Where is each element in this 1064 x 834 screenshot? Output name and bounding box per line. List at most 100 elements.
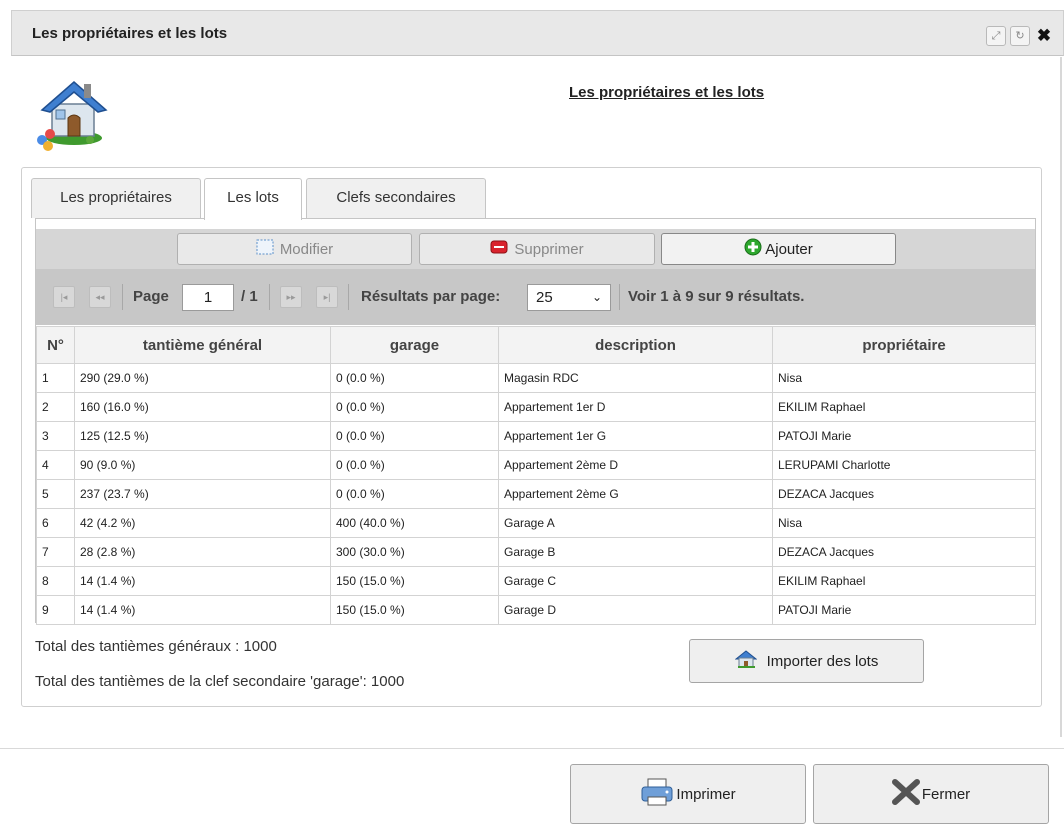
- table-row[interactable]: 1 290 (29.0 %) 0 (0.0 %) Magasin RDC Nis…: [36, 363, 1036, 393]
- add-label: Ajouter: [765, 240, 813, 258]
- scrollbar[interactable]: [1060, 57, 1062, 737]
- cell-number: 2: [36, 392, 75, 422]
- table-row[interactable]: 2 160 (16.0 %) 0 (0.0 %) Appartement 1er…: [36, 392, 1036, 422]
- page-title: Les propriétaires et les lots: [569, 84, 765, 101]
- footer-divider: [0, 748, 1064, 749]
- cell-number: 5: [36, 479, 75, 509]
- table-row[interactable]: 7 28 (2.8 %) 300 (30.0 %) Garage B DEZAC…: [36, 537, 1036, 567]
- table-header-row: N° tantième général garage description p…: [36, 326, 1036, 364]
- total-pages: / 1: [241, 288, 258, 305]
- refresh-icon[interactable]: ↻: [1010, 26, 1030, 46]
- cell-garage: 150 (15.0 %): [330, 566, 499, 596]
- pager-divider: [619, 284, 620, 310]
- house-icon: [734, 649, 758, 673]
- print-button[interactable]: Imprimer: [570, 764, 806, 824]
- column-header-number[interactable]: N°: [36, 326, 75, 364]
- close-button[interactable]: Fermer: [813, 764, 1049, 824]
- cell-garage: 0 (0.0 %): [330, 421, 499, 451]
- cell-description: Garage C: [498, 566, 773, 596]
- cell-tantieme: 125 (12.5 %): [74, 421, 331, 451]
- edit-icon: [256, 239, 274, 259]
- cell-tantieme: 160 (16.0 %): [74, 392, 331, 422]
- last-page-icon[interactable]: ▸|: [316, 286, 338, 308]
- next-page-icon[interactable]: ▸▸: [280, 286, 302, 308]
- cell-garage: 150 (15.0 %): [330, 595, 499, 625]
- cell-tantieme: 42 (4.2 %): [74, 508, 331, 538]
- tab-proprietaires[interactable]: Les propriétaires: [31, 178, 201, 218]
- cell-garage: 0 (0.0 %): [330, 392, 499, 422]
- cell-number: 1: [36, 363, 75, 393]
- import-lots-label: Importer des lots: [766, 652, 879, 670]
- lots-table: N° tantième général garage description p…: [36, 326, 1036, 625]
- column-header-garage[interactable]: garage: [330, 326, 499, 364]
- import-lots-button[interactable]: Importer des lots: [689, 639, 924, 683]
- tab-lots[interactable]: Les lots: [204, 178, 302, 220]
- pager-divider: [269, 284, 270, 310]
- cell-tantieme: 14 (1.4 %): [74, 566, 331, 596]
- cell-proprietaire: Nisa: [772, 363, 1036, 393]
- close-label: Fermer: [921, 785, 971, 803]
- cell-tantieme: 28 (2.8 %): [74, 537, 331, 567]
- table-row[interactable]: 9 14 (1.4 %) 150 (15.0 %) Garage D PATOJ…: [36, 595, 1036, 625]
- cell-description: Garage A: [498, 508, 773, 538]
- per-page-label: Résultats par page:: [361, 288, 501, 305]
- plus-icon: [744, 238, 762, 260]
- cell-description: Appartement 1er D: [498, 392, 773, 422]
- delete-label: Supprimer: [514, 240, 584, 258]
- table-row[interactable]: 3 125 (12.5 %) 0 (0.0 %) Appartement 1er…: [36, 421, 1036, 451]
- tab-clefs-secondaires[interactable]: Clefs secondaires: [306, 178, 486, 218]
- cell-description: Garage D: [498, 595, 773, 625]
- table-row[interactable]: 5 237 (23.7 %) 0 (0.0 %) Appartement 2èm…: [36, 479, 1036, 509]
- table-row[interactable]: 4 90 (9.0 %) 0 (0.0 %) Appartement 2ème …: [36, 450, 1036, 480]
- cell-description: Appartement 2ème G: [498, 479, 773, 509]
- cell-description: Garage B: [498, 537, 773, 567]
- cell-garage: 300 (30.0 %): [330, 537, 499, 567]
- table-row[interactable]: 8 14 (1.4 %) 150 (15.0 %) Garage C EKILI…: [36, 566, 1036, 596]
- pager-divider: [348, 284, 349, 310]
- cell-proprietaire: Nisa: [772, 508, 1036, 538]
- cell-proprietaire: EKILIM Raphael: [772, 566, 1036, 596]
- cell-proprietaire: DEZACA Jacques: [772, 537, 1036, 567]
- printer-icon: [640, 777, 674, 811]
- cell-number: 4: [36, 450, 75, 480]
- cell-description: Magasin RDC: [498, 363, 773, 393]
- close-x-icon: [891, 779, 920, 809]
- column-header-tantieme[interactable]: tantième général: [74, 326, 331, 364]
- column-header-proprietaire[interactable]: propriétaire: [772, 326, 1036, 364]
- cell-proprietaire: LERUPAMI Charlotte: [772, 450, 1036, 480]
- delete-button[interactable]: Supprimer: [419, 233, 655, 265]
- cell-number: 8: [36, 566, 75, 596]
- cell-tantieme: 237 (23.7 %): [74, 479, 331, 509]
- modify-button[interactable]: Modifier: [177, 233, 412, 265]
- cell-proprietaire: EKILIM Raphael: [772, 392, 1036, 422]
- per-page-select[interactable]: 25 ⌄: [527, 284, 611, 311]
- cell-proprietaire: DEZACA Jacques: [772, 479, 1036, 509]
- cell-tantieme: 290 (29.0 %): [74, 363, 331, 393]
- cell-tantieme: 90 (9.0 %): [74, 450, 331, 480]
- cell-proprietaire: PATOJI Marie: [772, 421, 1036, 451]
- cell-number: 7: [36, 537, 75, 567]
- page-label: Page: [133, 288, 169, 305]
- previous-page-icon[interactable]: ◂◂: [89, 286, 111, 308]
- column-header-description[interactable]: description: [498, 326, 773, 364]
- cell-number: 3: [36, 421, 75, 451]
- cell-garage: 400 (40.0 %): [330, 508, 499, 538]
- cell-garage: 0 (0.0 %): [330, 479, 499, 509]
- cell-description: Appartement 1er G: [498, 421, 773, 451]
- modify-label: Modifier: [279, 240, 334, 258]
- per-page-value: 25: [536, 289, 553, 306]
- pager-divider: [122, 284, 123, 310]
- first-page-icon[interactable]: |◂: [53, 286, 75, 308]
- add-button[interactable]: Ajouter: [661, 233, 896, 265]
- cell-garage: 0 (0.0 %): [330, 363, 499, 393]
- cell-garage: 0 (0.0 %): [330, 450, 499, 480]
- close-icon[interactable]: ✖: [1034, 26, 1054, 46]
- minus-icon: [490, 240, 508, 258]
- total-garage: Total des tantièmes de la clef secondair…: [35, 673, 405, 690]
- window-title-bar: Les propriétaires et les lots ⤢ ↻ ✖: [11, 10, 1064, 56]
- house-logo-icon: [32, 70, 116, 154]
- table-row[interactable]: 6 42 (4.2 %) 400 (40.0 %) Garage A Nisa: [36, 508, 1036, 538]
- cell-number: 9: [36, 595, 75, 625]
- maximize-icon[interactable]: ⤢: [986, 26, 1006, 46]
- page-number-input[interactable]: 1: [182, 284, 234, 311]
